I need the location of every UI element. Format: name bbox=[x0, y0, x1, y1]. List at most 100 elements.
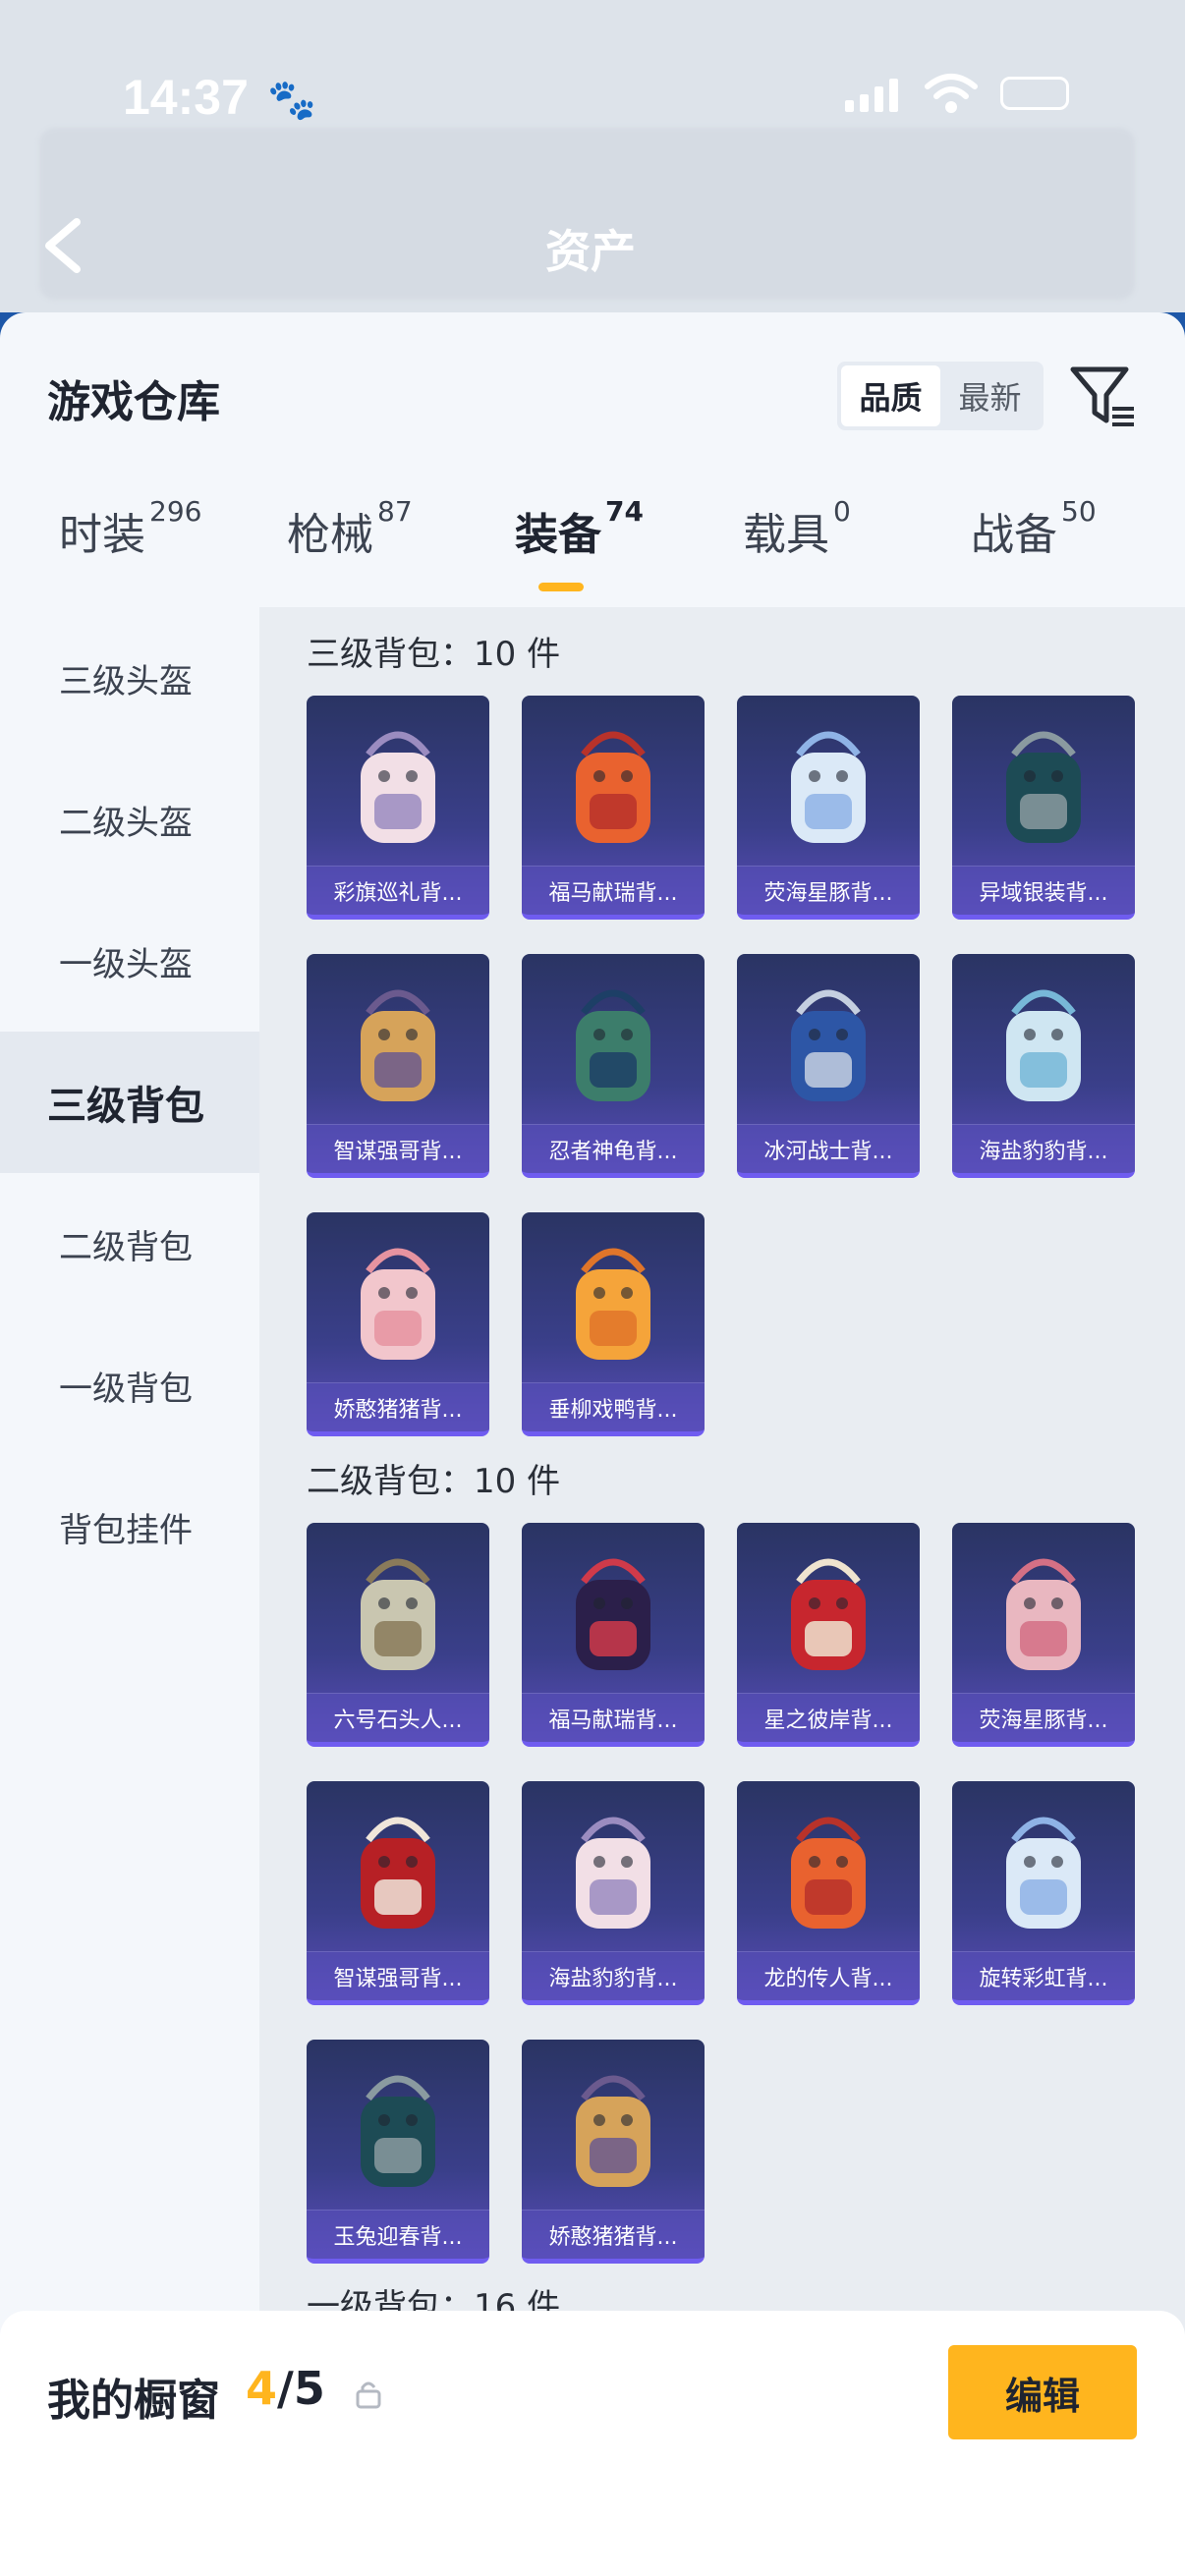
item-card[interactable]: 福马献瑞背... bbox=[522, 1523, 705, 1747]
item-card[interactable]: 福马献瑞背... bbox=[522, 696, 705, 920]
backpack-icon bbox=[576, 1248, 650, 1360]
item-card[interactable]: 六号石头人... bbox=[307, 1523, 489, 1747]
warehouse-title: 游戏仓库 bbox=[47, 377, 220, 427]
backpack-icon bbox=[576, 1558, 650, 1670]
filter-icon[interactable] bbox=[1069, 362, 1138, 430]
paw-icon: 🐾 bbox=[267, 78, 316, 123]
item-card[interactable]: 娇憨猪猪背... bbox=[522, 2040, 705, 2264]
sort-option-newest[interactable]: 最新 bbox=[940, 365, 1040, 426]
backpack-icon bbox=[1006, 731, 1081, 843]
item-grid-backpack-lv2: 六号石头人... 福马献瑞背... 星之彼岸背... 荧海星豚背... 智谋强哥… bbox=[307, 1523, 1135, 2264]
item-card[interactable]: 海盐豹豹背... bbox=[522, 1781, 705, 2005]
backpack-icon bbox=[361, 989, 435, 1101]
background-page-title: 资产 bbox=[545, 225, 636, 278]
item-card[interactable]: 智谋强哥背... bbox=[307, 1781, 489, 2005]
item-card[interactable]: 垂柳戏鸭背... bbox=[522, 1212, 705, 1436]
item-name: 娇憨猪猪背... bbox=[522, 2210, 705, 2259]
backpack-icon bbox=[361, 1817, 435, 1929]
item-card[interactable]: 星之彼岸背... bbox=[737, 1523, 920, 1747]
item-name: 异域银装背... bbox=[952, 866, 1135, 915]
item-card[interactable]: 海盐豹豹背... bbox=[952, 954, 1135, 1178]
back-arrow-icon[interactable] bbox=[39, 216, 88, 275]
item-card[interactable]: 荧海星豚背... bbox=[737, 696, 920, 920]
wifi-icon bbox=[925, 74, 978, 113]
backpack-icon bbox=[791, 1817, 866, 1929]
item-name: 智谋强哥背... bbox=[307, 1124, 489, 1173]
category-sidebar: 三级头盔 二级头盔 一级头盔 三级背包 二级背包 一级背包 背包挂件 bbox=[0, 607, 259, 2576]
backpack-icon bbox=[1006, 1558, 1081, 1670]
backpack-icon bbox=[1006, 1817, 1081, 1929]
tab-vehicles[interactable]: 载具 0 bbox=[743, 495, 851, 562]
section-title-backpack-lv2: 二级背包：10 件 bbox=[307, 1462, 561, 1501]
item-card[interactable]: 冰河战士背... bbox=[737, 954, 920, 1178]
active-tab-indicator bbox=[538, 583, 584, 591]
showcase-label: 我的橱窗 bbox=[47, 2376, 220, 2426]
item-name: 龙的传人背... bbox=[737, 1951, 920, 2000]
sort-option-quality[interactable]: 品质 bbox=[841, 365, 940, 426]
item-name: 垂柳戏鸭背... bbox=[522, 1382, 705, 1431]
backpack-icon bbox=[791, 989, 866, 1101]
backpack-icon bbox=[791, 731, 866, 843]
sidebar-item-helmet-lv1[interactable]: 一级头盔 bbox=[0, 890, 259, 1032]
tab-supplies[interactable]: 战备 50 bbox=[971, 495, 1097, 562]
item-name: 智谋强哥背... bbox=[307, 1951, 489, 2000]
lock-icon bbox=[356, 2381, 381, 2409]
item-card[interactable]: 智谋强哥背... bbox=[307, 954, 489, 1178]
sidebar-item-backpack-lv2[interactable]: 二级背包 bbox=[0, 1173, 259, 1315]
item-name: 福马献瑞背... bbox=[522, 1693, 705, 1742]
item-card[interactable]: 玉兔迎春背... bbox=[307, 2040, 489, 2264]
status-bar: 14:37 🐾 bbox=[0, 59, 1185, 138]
backpack-icon bbox=[791, 1558, 866, 1670]
status-time: 14:37 bbox=[123, 70, 249, 125]
item-name: 忍者神龟背... bbox=[522, 1124, 705, 1173]
item-name: 旋转彩虹背... bbox=[952, 1951, 1135, 2000]
item-card[interactable]: 彩旗巡礼背... bbox=[307, 696, 489, 920]
sort-toggle: 品质 最新 bbox=[837, 362, 1044, 430]
backpack-icon bbox=[1006, 989, 1081, 1101]
item-name: 海盐豹豹背... bbox=[522, 1951, 705, 2000]
sidebar-item-backpack-lv1[interactable]: 一级背包 bbox=[0, 1315, 259, 1456]
backpack-icon bbox=[361, 2075, 435, 2187]
item-card[interactable]: 娇憨猪猪背... bbox=[307, 1212, 489, 1436]
item-name: 六号石头人... bbox=[307, 1693, 489, 1742]
tab-firearms[interactable]: 枪械 87 bbox=[287, 495, 413, 562]
item-card[interactable]: 荧海星豚背... bbox=[952, 1523, 1135, 1747]
showcase-count: 4/5 bbox=[246, 2362, 325, 2415]
background-page: 14:37 🐾 资产 bbox=[0, 0, 1185, 334]
sidebar-item-helmet-lv2[interactable]: 二级头盔 bbox=[0, 749, 259, 890]
section-title-backpack-lv3: 三级背包：10 件 bbox=[307, 635, 561, 674]
sidebar-item-helmet-lv3[interactable]: 三级头盔 bbox=[0, 607, 259, 749]
item-name: 海盐豹豹背... bbox=[952, 1124, 1135, 1173]
battery-icon bbox=[1000, 77, 1069, 110]
backpack-icon bbox=[361, 731, 435, 843]
signal-icon bbox=[845, 79, 898, 112]
item-name: 冰河战士背... bbox=[737, 1124, 920, 1173]
item-card[interactable]: 异域银装背... bbox=[952, 696, 1135, 920]
item-card[interactable]: 旋转彩虹背... bbox=[952, 1781, 1135, 2005]
item-name: 荧海星豚背... bbox=[952, 1693, 1135, 1742]
backpack-icon bbox=[361, 1558, 435, 1670]
item-name: 星之彼岸背... bbox=[737, 1693, 920, 1742]
showcase-bar: 我的橱窗 4/5 编辑 bbox=[0, 2311, 1185, 2576]
backpack-icon bbox=[576, 1817, 650, 1929]
sidebar-item-backpack-lv3[interactable]: 三级背包 bbox=[0, 1032, 259, 1173]
item-name: 娇憨猪猪背... bbox=[307, 1382, 489, 1431]
tab-fashion[interactable]: 时装 296 bbox=[59, 495, 201, 562]
edit-button[interactable]: 编辑 bbox=[948, 2345, 1137, 2439]
item-name: 福马献瑞背... bbox=[522, 866, 705, 915]
item-list: 三级背包：10 件 彩旗巡礼背... 福马献瑞背... 荧海星豚背... 异域银… bbox=[259, 607, 1185, 2576]
item-name: 彩旗巡礼背... bbox=[307, 866, 489, 915]
backpack-icon bbox=[576, 2075, 650, 2187]
backpack-icon bbox=[361, 1248, 435, 1360]
sidebar-item-backpack-pendant[interactable]: 背包挂件 bbox=[0, 1456, 259, 1597]
item-name: 玉兔迎春背... bbox=[307, 2210, 489, 2259]
tab-equipment[interactable]: 装备 74 bbox=[515, 495, 644, 562]
item-name: 荧海星豚背... bbox=[737, 866, 920, 915]
item-card[interactable]: 忍者神龟背... bbox=[522, 954, 705, 1178]
item-grid-backpack-lv3: 彩旗巡礼背... 福马献瑞背... 荧海星豚背... 异域银装背... 智谋强哥… bbox=[307, 696, 1135, 1436]
category-tabs: 时装 296 枪械 87 装备 74 载具 0 战备 50 bbox=[0, 495, 1185, 607]
backpack-icon bbox=[576, 731, 650, 843]
warehouse-sheet: 游戏仓库 品质 最新 时装 296 枪械 87 装备 74 载具 0 战备 50 三级头盔… bbox=[0, 312, 1185, 2576]
backpack-icon bbox=[576, 989, 650, 1101]
item-card[interactable]: 龙的传人背... bbox=[737, 1781, 920, 2005]
